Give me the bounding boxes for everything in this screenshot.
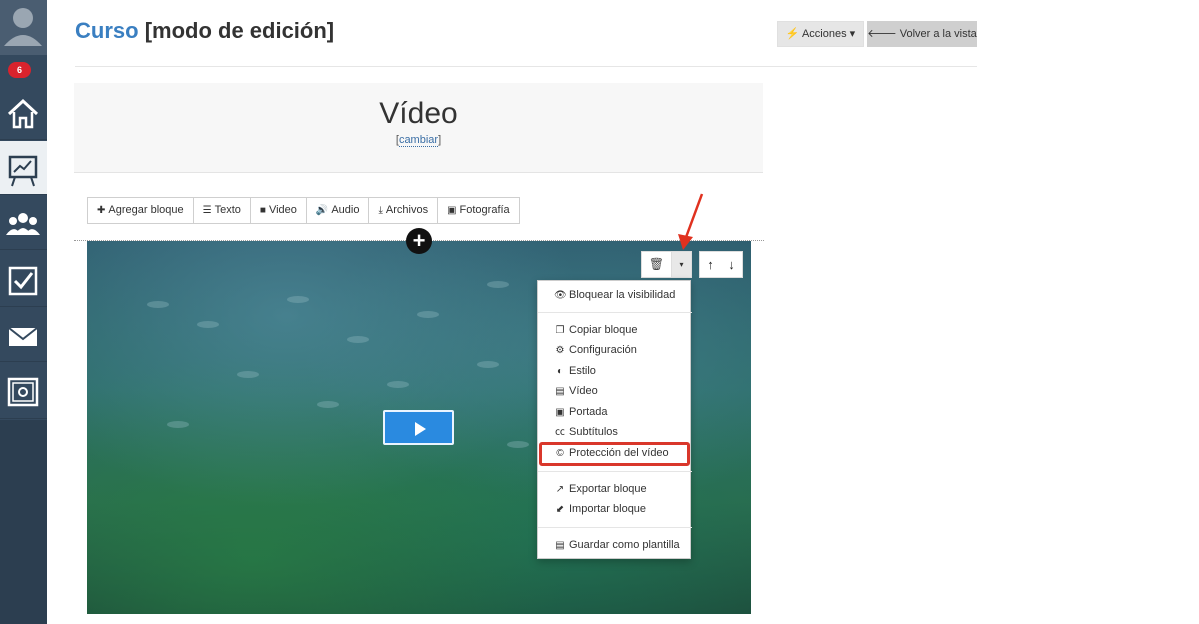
arrow-up-icon[interactable]: ↑ (700, 252, 721, 277)
section-title: Vídeo (379, 97, 458, 130)
section-header: Vídeo [cambiar] (74, 83, 763, 173)
menu-item-subtitles[interactable]: ㏄ Subtítulos (538, 422, 692, 442)
menu-item-block-visibility[interactable]: 👁 Bloquear la visibilidad (538, 285, 692, 305)
caret-down-icon[interactable]: ▾ (672, 252, 691, 277)
block-options-menu: 👁 Bloquear la visibilidad ❐ Copiar bloque … (537, 280, 692, 559)
sidebar: 6 (0, 0, 47, 624)
add-block-button[interactable]: ✚ Agregar bloque (88, 198, 194, 223)
safe-icon (7, 377, 39, 407)
sidebar-item-users[interactable] (0, 196, 47, 250)
sidebar-item-messages[interactable] (0, 308, 47, 362)
fish-shape (417, 311, 439, 318)
menu-item-import-block[interactable]: ⬋ Importar bloque (538, 499, 692, 519)
menu-divider (538, 312, 692, 313)
text-align-icon: ☰ (202, 205, 212, 216)
play-icon (415, 422, 426, 436)
sidebar-item-vault[interactable] (0, 365, 47, 419)
picture-icon: ▣ (555, 407, 565, 418)
film-icon: ▤ (555, 386, 565, 397)
change-section-link-wrap: [cambiar] (395, 134, 442, 147)
menu-item-save-template[interactable]: ▤ Guardar como plantilla (538, 535, 692, 555)
copy-icon: ❐ (555, 325, 565, 336)
sidebar-item-tasks[interactable] (0, 253, 47, 307)
header-divider (75, 66, 977, 67)
menu-item-copy-block[interactable]: ❐ Copiar bloque (538, 320, 692, 340)
actions-button[interactable]: ⚡ Acciones ▾ (777, 21, 864, 47)
fish-shape (237, 371, 259, 378)
closed-captions-icon: ㏄ (555, 427, 565, 438)
mail-icon (8, 327, 38, 346)
user-avatar[interactable] (0, 0, 47, 55)
menu-item-configuration[interactable]: ⚙ Configuración (538, 340, 692, 360)
fish-shape (507, 441, 529, 448)
video-block-button[interactable]: ■ Video (251, 198, 307, 223)
trash-icon[interactable]: 🗑 (642, 252, 672, 277)
course-link[interactable]: Curso (75, 18, 139, 43)
picture-icon: ▣ (447, 205, 457, 216)
users-icon (6, 213, 40, 235)
fish-shape (167, 421, 189, 428)
change-section-link[interactable]: cambiar (398, 134, 439, 147)
back-to-view-button[interactable]: 🡐 Volver a la vista (867, 21, 977, 47)
files-block-button[interactable]: ⤓ Archivos (369, 198, 439, 223)
photo-block-button[interactable]: ▣ Fotografía (438, 198, 519, 223)
sidebar-item-home[interactable] (0, 86, 47, 140)
arrow-down-icon[interactable]: ↓ (721, 252, 742, 277)
checkbox-icon (8, 266, 38, 296)
import-icon: ⬋ (555, 504, 565, 515)
download-icon: ⤓ (378, 205, 383, 216)
eye-icon: 👁 (554, 290, 567, 301)
edit-mode-label: [modo de edición] (144, 18, 335, 43)
external-link-icon: ↗ (555, 484, 565, 495)
gear-icon: ⚙ (555, 345, 565, 356)
menu-item-export-block[interactable]: ↗ Exportar bloque (538, 479, 692, 499)
page-title: Curso [modo de edición] (75, 18, 334, 44)
fish-shape (347, 336, 369, 343)
menu-divider (538, 471, 692, 472)
menu-item-video[interactable]: ▤ Vídeo (538, 381, 692, 401)
contrast-icon: ◐ (556, 366, 564, 377)
menu-item-style[interactable]: ◐ Estilo (538, 361, 692, 381)
fish-shape (477, 361, 499, 368)
speaker-icon: 🔊 (315, 205, 329, 216)
video-camera-icon: ■ (259, 205, 266, 216)
menu-divider (538, 527, 692, 528)
template-icon: ▤ (555, 540, 565, 551)
insert-block-plus-icon[interactable]: + (406, 228, 432, 254)
notification-badge[interactable]: 6 (8, 62, 31, 78)
fish-shape (197, 321, 219, 328)
fish-shape (287, 296, 309, 303)
highlight-box (539, 442, 690, 466)
annotation-arrow-icon (678, 193, 704, 250)
sidebar-filler (0, 420, 47, 624)
plus-icon: ✚ (97, 205, 106, 216)
block-controls: 🗑 ▾ (641, 251, 692, 278)
sidebar-item-courses[interactable] (0, 141, 47, 195)
menu-item-cover[interactable]: ▣ Portada (538, 402, 692, 422)
text-block-button[interactable]: ☰ Texto (194, 198, 251, 223)
move-controls: ↑ ↓ (699, 251, 743, 278)
video-play-button[interactable] (383, 410, 454, 445)
fish-shape (387, 381, 409, 388)
fish-shape (317, 401, 339, 408)
fish-shape (487, 281, 509, 288)
user-avatar-icon (4, 8, 42, 46)
fish-shape (147, 301, 169, 308)
home-icon (7, 98, 39, 129)
block-toolbar: ✚ Agregar bloque ☰ Texto ■ Video 🔊 Audio ⤓ Ar… (87, 197, 520, 224)
audio-block-button[interactable]: 🔊 Audio (307, 198, 370, 223)
presentation-icon (8, 155, 38, 187)
